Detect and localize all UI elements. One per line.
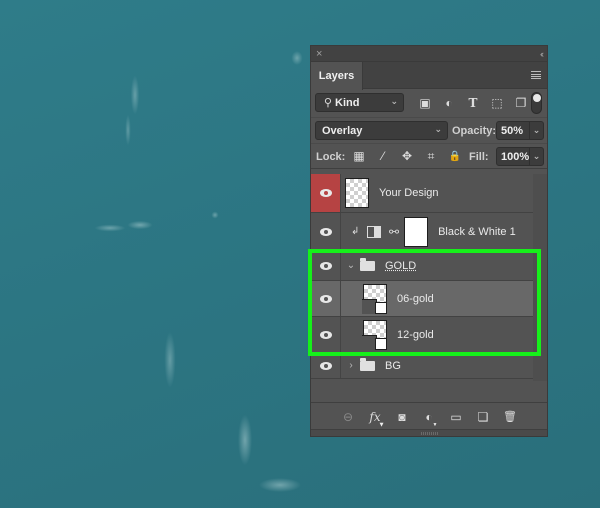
filter-icons: ▣ ◐ T ⬚ ❐ — [413, 96, 533, 110]
eye-icon — [319, 189, 332, 197]
new-group-icon[interactable]: ▭ — [443, 409, 470, 425]
fill-field[interactable]: 100% ⌄ — [496, 147, 544, 166]
chevron-right-icon[interactable]: › — [345, 360, 357, 371]
lock-row: Lock: ▦ ⁄ ✥ ⌗ 🔒 Fill: 100% ⌄ — [311, 143, 547, 169]
layer-name[interactable]: 06-gold — [397, 293, 434, 305]
lock-transparency-icon[interactable]: ▦ — [347, 149, 371, 163]
smart-object-thumbnail — [362, 319, 387, 350]
scrollbar[interactable] — [533, 174, 547, 381]
layer-row-bg-group[interactable]: › BG — [311, 353, 535, 379]
chevron-down-icon[interactable]: ⌄ — [345, 260, 357, 271]
collapse-icon[interactable]: ‹‹ — [540, 47, 544, 61]
lock-pixels-icon[interactable]: ⁄ — [371, 149, 395, 163]
dropdown-triangle-icon: ▼ — [432, 421, 438, 428]
visibility-toggle[interactable] — [311, 281, 341, 316]
adjustment-glyph: ◐ — [425, 409, 433, 424]
trash-icon[interactable]: 🗑 — [497, 409, 524, 425]
layer-list: Your Design ↲ ⚯ Black & White 1 ⌄ GOLD 0… — [311, 174, 535, 381]
visibility-toggle[interactable] — [311, 213, 341, 250]
search-icon: ⚲ — [323, 97, 332, 109]
eye-icon — [319, 294, 332, 303]
layer-row-black-white[interactable]: ↲ ⚯ Black & White 1 — [311, 213, 535, 251]
lock-label: Lock: — [316, 151, 346, 163]
link-icon[interactable]: ⚯ — [389, 225, 399, 239]
panel-footer: ⊖ fx ▼ ◙ ◐ ▼ ▭ ❏ 🗑 — [311, 402, 547, 430]
adjustment-layer-filter-icon[interactable]: ◐ — [437, 96, 461, 110]
pixel-layer-filter-icon[interactable]: ▣ — [413, 96, 437, 110]
layers-panel: × ‹‹ Layers ⚲ Kind ⌄ ▣ ◐ T ⬚ ❐ Overlay ⌄… — [310, 45, 548, 437]
blend-mode-select[interactable]: Overlay ⌄ — [315, 121, 448, 140]
layer-name[interactable]: BG — [385, 360, 401, 372]
tab-layers[interactable]: Layers — [311, 62, 363, 90]
opacity-label: Opacity: — [452, 125, 497, 137]
smart-object-thumbnail — [362, 283, 387, 314]
blend-row: Overlay ⌄ Opacity: 50% ⌄ — [311, 117, 547, 143]
visibility-toggle[interactable] — [311, 251, 341, 280]
layer-row-gold-group[interactable]: ⌄ GOLD — [311, 251, 535, 281]
layer-mask-thumbnail[interactable] — [404, 216, 429, 247]
chevron-down-icon: ⌄ — [390, 96, 398, 106]
layer-row-06-gold[interactable]: 06-gold — [311, 281, 535, 317]
layer-name[interactable]: Your Design — [379, 187, 439, 199]
lock-icons: ▦ ⁄ ✥ ⌗ 🔒 — [347, 149, 467, 164]
link-layers-icon[interactable]: ⊖ — [335, 409, 362, 425]
layer-name[interactable]: 12-gold — [397, 329, 434, 341]
layer-row-your-design[interactable]: Your Design — [311, 174, 535, 213]
eye-icon — [319, 361, 332, 370]
opacity-dropdown-icon[interactable]: ⌄ — [529, 122, 543, 139]
eye-icon — [319, 330, 332, 339]
fill-value: 100% — [501, 150, 530, 163]
panel-menu-icon[interactable] — [531, 71, 541, 79]
layer-name[interactable]: GOLD — [385, 260, 416, 272]
visibility-toggle[interactable] — [311, 174, 341, 212]
opacity-value: 50% — [501, 124, 524, 137]
add-mask-icon[interactable]: ◙ — [389, 409, 416, 425]
new-layer-icon[interactable]: ❏ — [470, 409, 497, 425]
clipping-mask-icon: ↲ — [351, 226, 360, 237]
panel-titlebar[interactable]: × ‹‹ — [311, 46, 547, 62]
filter-kind-select[interactable]: ⚲ Kind ⌄ — [315, 93, 404, 112]
eye-icon — [319, 227, 332, 236]
opacity-field[interactable]: 50% ⌄ — [496, 121, 544, 140]
fill-label: Fill: — [469, 151, 489, 163]
chevron-down-icon: ⌄ — [434, 124, 442, 134]
visibility-toggle[interactable] — [311, 317, 341, 352]
visibility-toggle[interactable] — [311, 353, 341, 378]
dropdown-triangle-icon: ▼ — [379, 421, 384, 428]
shape-layer-filter-icon[interactable]: ⬚ — [485, 96, 509, 110]
panel-resize-handle[interactable] — [311, 429, 547, 436]
layer-thumbnail — [345, 178, 369, 208]
kind-label: Kind — [335, 96, 360, 109]
close-icon[interactable]: × — [316, 47, 322, 61]
blend-mode-value: Overlay — [322, 124, 363, 137]
type-layer-filter-icon[interactable]: T — [461, 96, 485, 110]
smart-object-filter-icon[interactable]: ❐ — [509, 96, 533, 110]
lock-position-icon[interactable]: ✥ — [395, 149, 419, 163]
layer-name[interactable]: Black & White 1 — [438, 226, 516, 238]
eye-icon — [319, 261, 332, 270]
filter-toggle[interactable] — [531, 92, 542, 114]
black-white-adjustment-icon — [367, 225, 381, 238]
fx-icon[interactable]: fx ▼ — [362, 409, 389, 428]
tab-bar: Layers — [311, 62, 547, 90]
filter-row: ⚲ Kind ⌄ ▣ ◐ T ⬚ ❐ — [311, 89, 547, 117]
folder-icon — [360, 357, 375, 371]
layer-row-12-gold[interactable]: 12-gold — [311, 317, 535, 353]
fill-dropdown-icon[interactable]: ⌄ — [529, 148, 543, 165]
lock-artboard-icon[interactable]: ⌗ — [419, 149, 443, 163]
lock-all-icon[interactable]: 🔒 — [443, 149, 467, 163]
folder-icon — [360, 257, 375, 271]
adjustment-layer-icon[interactable]: ◐ ▼ — [416, 409, 443, 428]
